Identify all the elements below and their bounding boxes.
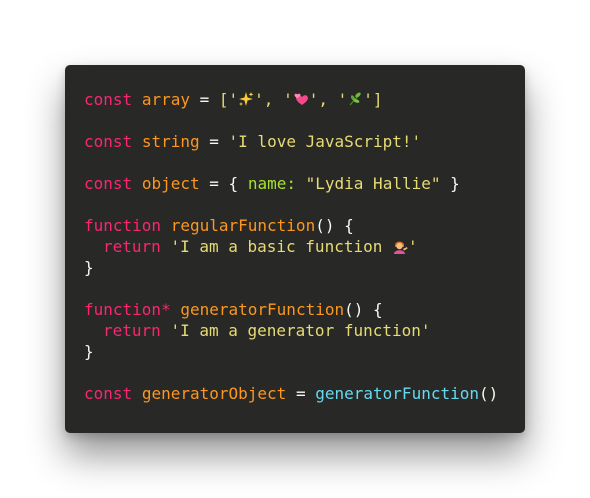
code-line-brace-close: }	[84, 257, 525, 278]
property-key: name:	[247, 174, 296, 193]
parens: ()	[315, 216, 335, 235]
string-literal: 'I am a basic function	[170, 237, 392, 256]
string-close: ']	[363, 90, 383, 109]
string-literal: 'I love JavaScript!'	[228, 132, 422, 151]
code-line-brace-close: }	[84, 341, 525, 362]
string-separator: ', '	[254, 90, 293, 109]
code-line-object: const object = { name: "Lydia Hallie" }	[84, 173, 525, 194]
brace-open: {	[373, 300, 383, 319]
operator-equals: =	[209, 132, 219, 151]
sparkles-icon	[239, 92, 254, 106]
keyword-const: const	[84, 90, 133, 109]
code-line-generator-object: const generatorObject = generatorFunctio…	[84, 383, 525, 404]
brace-open: {	[228, 174, 239, 193]
identifier-string: string	[141, 132, 200, 151]
code-editor-window: const array = [' ', ' ', ' '] const string …	[65, 65, 525, 433]
identifier-object: object	[141, 174, 200, 193]
keyword-return: return	[103, 321, 161, 340]
code-line-generator-declaration: function* generatorFunction() {	[84, 299, 525, 320]
function-name: generatorFunction	[180, 300, 345, 319]
function-call: generatorFunction	[315, 384, 479, 403]
keyword-const: const	[84, 174, 133, 193]
code-line-function-declaration: function regularFunction() {	[84, 215, 525, 236]
code-line-string: const string = 'I love JavaScript!'	[84, 131, 525, 152]
parens: ()	[344, 300, 364, 319]
string-separator: ', '	[308, 90, 348, 109]
identifier-array: array	[141, 90, 190, 109]
herb-icon	[349, 92, 361, 106]
keyword-function: function	[84, 216, 162, 235]
keyword-const: const	[84, 384, 133, 403]
code-line-array: const array = [' ', ' ', ' ']	[84, 89, 525, 110]
brace-close: }	[84, 342, 94, 361]
brace-close: }	[450, 174, 460, 193]
code-line-return: return 'I am a basic function '	[84, 236, 525, 257]
parens: ()	[479, 384, 499, 403]
code-line-return: return 'I am a generator function'	[84, 320, 525, 341]
two-hearts-icon	[294, 93, 308, 105]
function-name: regularFunction	[170, 216, 316, 235]
string-literal: "Lydia Hallie"	[305, 174, 441, 193]
string-end: '	[408, 237, 418, 256]
operator-equals: =	[295, 384, 306, 403]
string-literal: 'I am a generator function'	[170, 321, 431, 340]
person-tipping-hand-icon	[394, 241, 408, 254]
operator-equals: =	[209, 174, 219, 193]
operator-equals: =	[199, 90, 210, 109]
string-open: ['	[218, 90, 239, 109]
keyword-function-star: function*	[84, 300, 171, 319]
keyword-return: return	[103, 237, 161, 256]
brace-close: }	[84, 258, 94, 277]
brace-open: {	[344, 216, 354, 235]
keyword-const: const	[84, 132, 133, 151]
identifier-generator-object: generatorObject	[141, 384, 287, 403]
